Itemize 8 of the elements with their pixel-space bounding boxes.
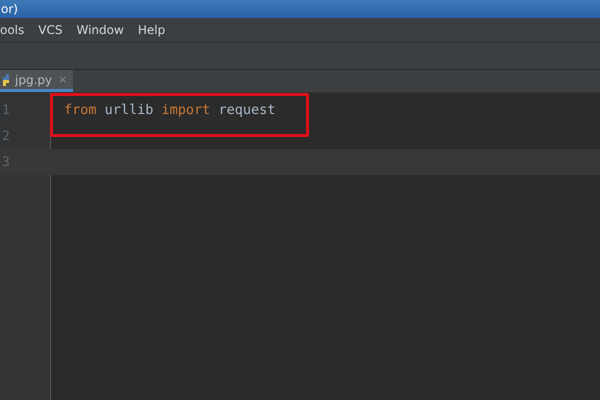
code-line: from urllib import request	[64, 102, 276, 118]
file-tab[interactable]: jpg.py ×	[0, 70, 74, 92]
menu-item[interactable]: Help	[136, 23, 168, 37]
menu-item[interactable]: Window	[74, 23, 126, 37]
python-file-icon	[0, 74, 12, 86]
window-title: or)	[1, 2, 18, 16]
menu-item[interactable]: ools	[0, 23, 26, 37]
menu-item[interactable]: VCS	[36, 23, 64, 37]
